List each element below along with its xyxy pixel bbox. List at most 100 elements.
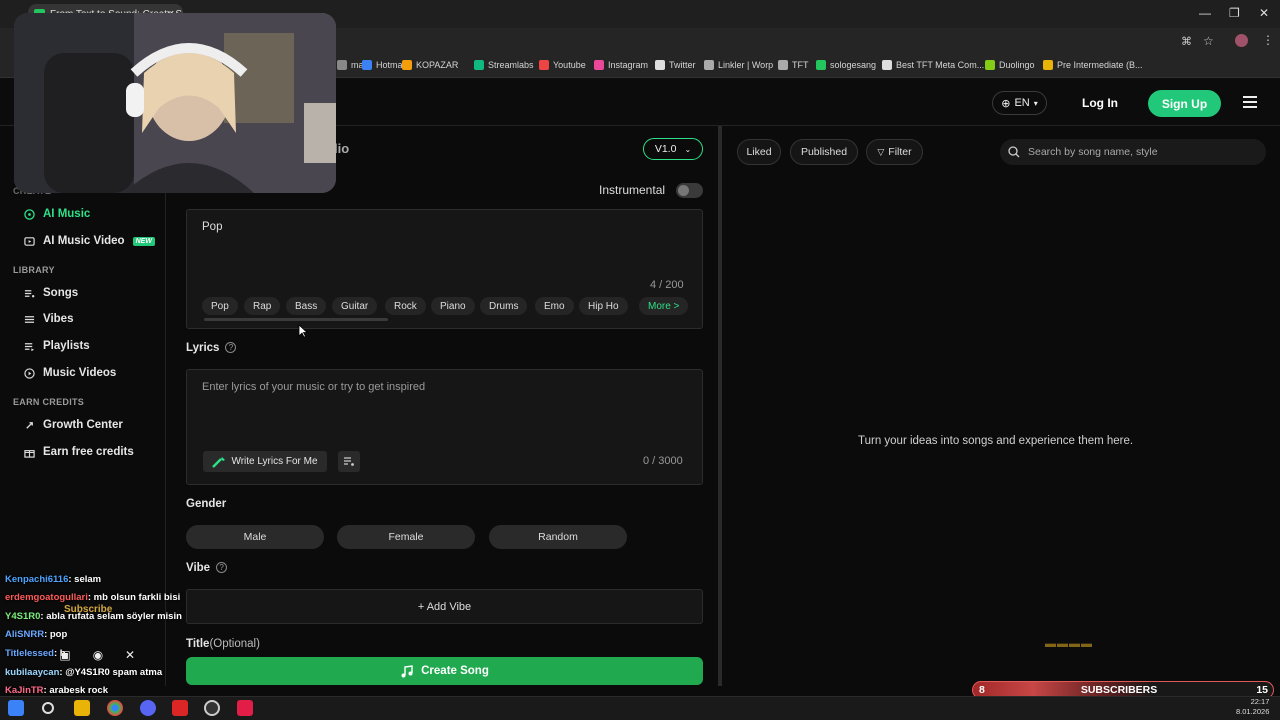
lyrics-placeholder[interactable]: Enter lyrics of your music or try to get… xyxy=(202,381,425,393)
bookmark-favicon-icon xyxy=(474,60,484,70)
style-chip[interactable]: Piano xyxy=(431,297,475,315)
style-chip[interactable]: Emo xyxy=(535,297,574,315)
sub-label: SUBSCRIBERS xyxy=(1080,684,1158,696)
bookmark-item[interactable]: Hotmail xyxy=(362,60,407,70)
filter-button[interactable]: ▽ Filter xyxy=(866,139,923,165)
style-chip[interactable]: Bass xyxy=(286,297,327,315)
bookmark-item[interactable]: Twitter xyxy=(655,60,696,70)
chevron-down-icon: ⌄ xyxy=(684,144,692,154)
browser-menu-icon[interactable]: ⋮ xyxy=(1262,33,1274,47)
playlist-icon xyxy=(24,342,35,351)
bookmark-item[interactable]: Instagram xyxy=(594,60,648,70)
new-badge: NEW xyxy=(132,236,155,246)
signup-button[interactable]: Sign Up xyxy=(1148,90,1221,117)
gender-label: Gender xyxy=(186,498,227,510)
write-lyrics-button[interactable]: Write Lyrics For Me xyxy=(203,451,327,472)
gender-random-button[interactable]: Random xyxy=(489,525,627,549)
bookmark-label: Twitter xyxy=(669,60,696,70)
bookmark-favicon-icon xyxy=(985,60,995,70)
windows-taskbar xyxy=(0,696,1280,720)
lyrics-char-counter: 0 / 3000 xyxy=(643,455,683,467)
search-taskbar-icon[interactable] xyxy=(42,702,54,714)
sidebar-item-playlists[interactable]: Playlists xyxy=(24,340,90,352)
chat-username: Y4S1R0 xyxy=(5,611,41,622)
menu-icon[interactable] xyxy=(1243,96,1257,108)
song-search-input[interactable]: Search by song name, style xyxy=(1000,139,1266,165)
title-label: Title(Optional) xyxy=(186,638,260,650)
bookmark-item[interactable]: TFT xyxy=(778,60,809,70)
bookmark-label: Instagram xyxy=(608,60,649,70)
instrumental-toggle[interactable] xyxy=(676,183,703,198)
profile-avatar[interactable] xyxy=(1235,34,1248,47)
liked-filter-button[interactable]: Liked xyxy=(737,139,781,165)
login-button[interactable]: Log In xyxy=(1082,96,1118,110)
gender-male-button[interactable]: Male xyxy=(186,525,324,549)
file-explorer-icon[interactable] xyxy=(74,700,90,716)
style-input-value[interactable]: Pop xyxy=(202,221,222,233)
style-chip[interactable]: Drums xyxy=(480,297,528,315)
bookmark-item[interactable]: Pre Intermediate (B... xyxy=(1043,60,1143,70)
sidebar-item-ai-music[interactable]: AI Music xyxy=(24,208,90,220)
sidebar-item-ai-music-video[interactable]: AI Music Video NEW xyxy=(24,235,155,247)
chat-message: KaJinTR: arabesk rock xyxy=(5,685,108,696)
sidebar-item-label: Vibes xyxy=(43,313,74,325)
help-icon[interactable]: ? xyxy=(216,562,228,574)
discord-icon: ◉ xyxy=(92,648,104,662)
star-icon[interactable]: ☆ xyxy=(1203,34,1214,48)
more-styles-button[interactable]: More > xyxy=(639,297,689,315)
chat-username: AliSNRR xyxy=(5,629,45,640)
style-char-counter: 4 / 200 xyxy=(650,279,684,291)
bookmark-item[interactable]: sologesang xyxy=(816,60,876,70)
empty-library-message: Turn your ideas into songs and experienc… xyxy=(858,435,1134,447)
language-selector[interactable]: ⊕ EN ▾ xyxy=(992,91,1047,115)
translate-icon[interactable]: ⌘ xyxy=(1181,35,1192,48)
globe-icon: ⊕ xyxy=(1001,97,1011,110)
published-filter-button[interactable]: Published xyxy=(790,139,858,165)
lyrics-label-text: Lyrics xyxy=(186,342,220,354)
style-chip[interactable]: Pop xyxy=(202,297,238,315)
minimize-icon[interactable]: — xyxy=(1199,6,1211,20)
bookmark-item[interactable]: Youtube xyxy=(539,60,586,70)
gender-female-button[interactable]: Female xyxy=(337,525,475,549)
chrome-icon[interactable] xyxy=(107,700,123,716)
create-song-button[interactable]: Create Song xyxy=(186,657,703,685)
sidebar-item-vibes[interactable]: Vibes xyxy=(24,313,73,325)
bookmark-item[interactable]: Linkler | Worp xyxy=(704,60,773,70)
help-icon[interactable]: ? xyxy=(225,342,237,354)
sidebar-item-label: Earn free credits xyxy=(43,446,134,458)
style-chip[interactable]: Guitar xyxy=(332,297,378,315)
sidebar-item-earn-free-credits[interactable]: Earn free credits xyxy=(24,446,134,458)
stream-logo-graphic: ▬▬▬▬ xyxy=(1045,638,1093,650)
restore-icon[interactable]: ❐ xyxy=(1229,6,1240,20)
chat-text: : mb olsun farkli bisi xyxy=(87,592,181,603)
form-scrollbar[interactable] xyxy=(718,126,722,686)
model-version-select[interactable]: V1.0 ⌄ xyxy=(643,138,703,160)
bookmark-item[interactable]: KOPAZAR xyxy=(402,60,458,70)
bookmark-item[interactable]: Duolingo xyxy=(985,60,1035,70)
streamer-webcam-image xyxy=(14,13,336,193)
discord-taskbar-icon[interactable] xyxy=(140,700,156,716)
style-chip[interactable]: Hip Ho xyxy=(579,297,628,315)
filter-label: Filter xyxy=(888,146,912,158)
style-chip[interactable]: Rap xyxy=(244,297,281,315)
chevron-down-icon: ▾ xyxy=(1033,98,1038,108)
bookmark-label: Pre Intermediate (B... xyxy=(1057,60,1143,70)
bookmark-item[interactable]: Streamlabs xyxy=(474,60,534,70)
sidebar-item-growth-center[interactable]: Growth Center xyxy=(24,419,123,431)
system-clock[interactable]: 22:17 8.01.2026 xyxy=(1236,697,1269,717)
chips-scrollbar[interactable] xyxy=(204,318,388,321)
obs-icon[interactable] xyxy=(204,700,220,716)
add-vibe-button[interactable]: + Add Vibe xyxy=(186,589,703,624)
bookmark-label: KOPAZAR xyxy=(416,60,459,70)
close-window-icon[interactable]: ✕ xyxy=(1259,6,1269,20)
chat-text: : arabesk rock xyxy=(43,685,108,696)
start-icon[interactable] xyxy=(8,700,24,716)
bookmark-favicon-icon xyxy=(704,60,714,70)
style-chip[interactable]: Rock xyxy=(385,297,426,315)
bookmark-item[interactable]: Best TFT Meta Com... xyxy=(882,60,984,70)
app-icon[interactable] xyxy=(237,700,253,716)
sidebar-item-music-videos[interactable]: Music Videos xyxy=(24,367,116,379)
lyrics-tools-button[interactable] xyxy=(338,451,360,472)
app-icon[interactable] xyxy=(172,700,188,716)
sidebar-item-songs[interactable]: Songs xyxy=(24,287,78,299)
